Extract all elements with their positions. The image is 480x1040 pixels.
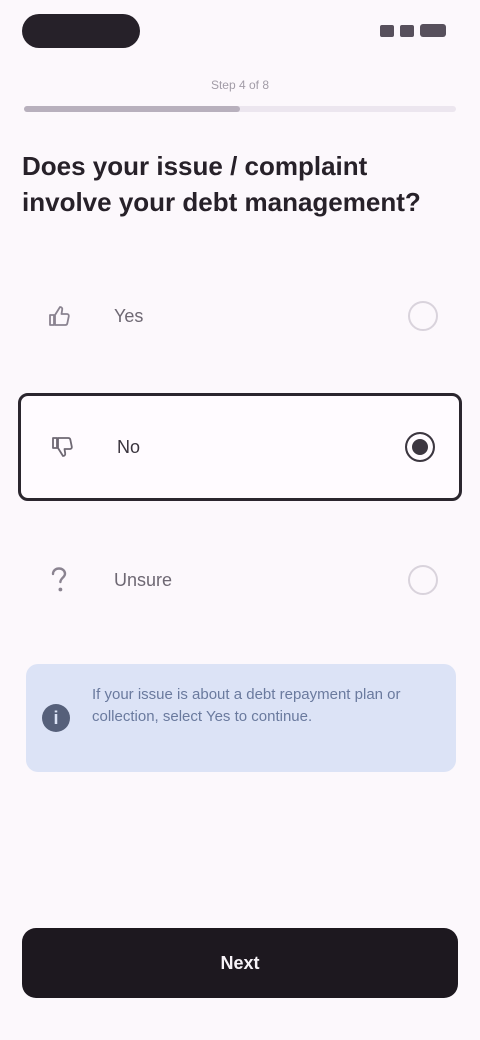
- camera-pill: [22, 14, 140, 48]
- option-label: No: [117, 436, 141, 457]
- info-text: If your issue is about a debt repayment …: [92, 686, 401, 725]
- thumbs-up-icon: [44, 301, 74, 331]
- progress-fill: [24, 106, 240, 112]
- next-button[interactable]: Next: [22, 928, 458, 998]
- info-icon: i: [42, 704, 70, 732]
- thumbs-down-icon: [47, 432, 77, 462]
- radio-unchecked[interactable]: [408, 301, 438, 331]
- question-title: Does your issue / complaint involve your…: [22, 151, 421, 217]
- step-label: Step 4 of 8: [210, 78, 270, 92]
- option-label: Unsure: [114, 569, 173, 590]
- option-yes[interactable]: Yes: [18, 262, 462, 370]
- wifi-icon: [400, 24, 414, 37]
- battery-icon: [420, 24, 446, 37]
- option-label: Yes: [114, 305, 144, 326]
- radio-unchecked[interactable]: [408, 565, 438, 595]
- system-icons: [380, 24, 446, 37]
- radio-checked[interactable]: [405, 432, 435, 462]
- progress-bar: [24, 106, 456, 112]
- question-mark-icon: [44, 565, 74, 595]
- option-unsure[interactable]: Unsure: [18, 526, 462, 634]
- option-no[interactable]: No: [18, 393, 462, 501]
- status-bar: [0, 0, 480, 64]
- signal-icon: [380, 24, 394, 37]
- info-banner: i If your issue is about a debt repaymen…: [26, 664, 456, 772]
